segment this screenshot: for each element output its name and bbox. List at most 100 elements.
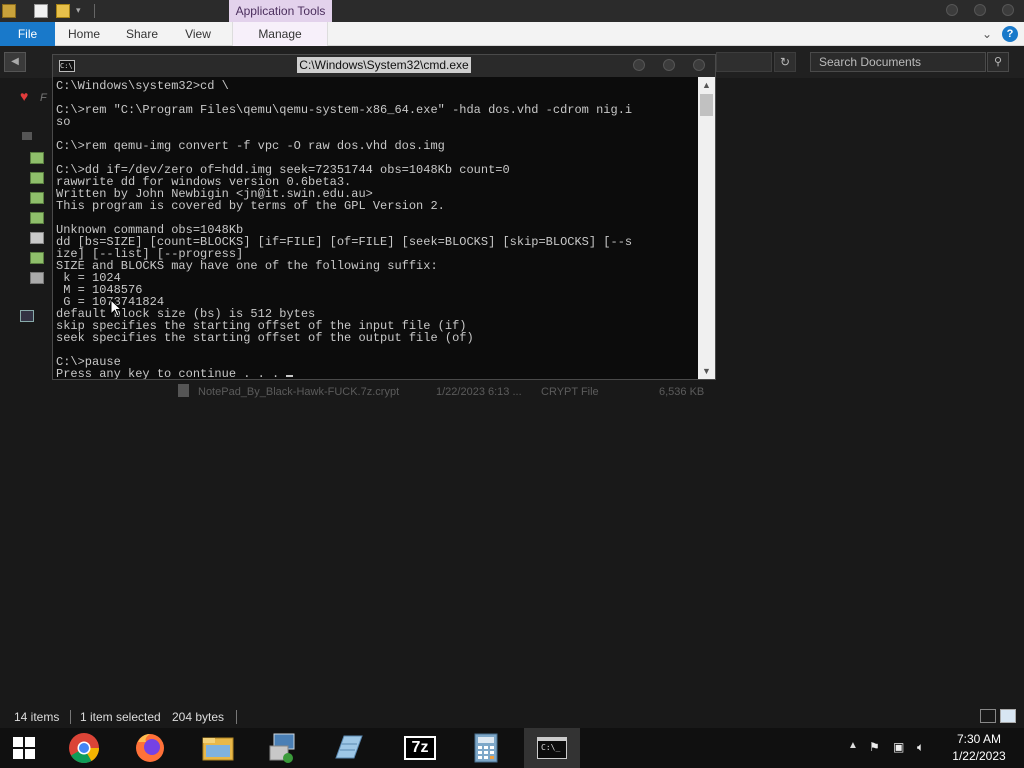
item-count: 14 items [14, 710, 60, 724]
console-output[interactable]: C:\Windows\system32>cd \ C:\>rem "C:\Pro… [53, 77, 698, 379]
customize-quick-access-icon[interactable]: ▾ [76, 5, 81, 16]
favorites-heart-icon[interactable]: ♥ [20, 88, 28, 104]
cmd-window-title: C:\Windows\System32\cmd.exe [297, 57, 471, 73]
notepad-icon [335, 735, 363, 759]
details-view-icon[interactable] [980, 709, 996, 723]
cmd-close-button[interactable] [693, 59, 705, 71]
notepad-taskbar-button[interactable] [320, 728, 376, 768]
address-field[interactable] [716, 52, 772, 72]
windows-logo-icon [13, 737, 23, 747]
file-explorer-taskbar-button[interactable] [190, 728, 246, 768]
file-explorer-icon [202, 737, 234, 761]
console-line: This program is covered by terms of the … [56, 199, 445, 213]
cmd-maximize-button[interactable] [663, 59, 675, 71]
tab-view[interactable]: View [178, 22, 218, 46]
firefox-taskbar-button[interactable] [122, 728, 178, 768]
file-list-row[interactable]: NotePad_By_Black-Hawk-FUCK.7z.crypt 1/22… [178, 384, 708, 402]
tab-file[interactable]: File [0, 22, 55, 46]
tab-home[interactable]: Home [60, 22, 108, 46]
text-cursor [286, 375, 294, 377]
titlebar-divider [94, 4, 95, 18]
cmd-icon: C:\_ [537, 737, 567, 759]
chrome-icon [69, 733, 99, 764]
maximize-button[interactable] [974, 4, 986, 16]
pictures-folder-icon[interactable] [30, 232, 44, 244]
desktop: { "explorer": { "contextual_tab": "Appli… [0, 0, 1024, 768]
volume-icon[interactable]: 🔈︎ [917, 740, 924, 755]
console-text: C:\Windows\system32>cd \ C:\>rem "C:\Pro… [56, 80, 632, 379]
expand-ribbon-icon[interactable]: ⌄ [982, 27, 992, 41]
firefox-icon [136, 734, 164, 762]
console-line: k = 1024 [56, 271, 121, 285]
cmd-titlebar[interactable]: C:\ C:\Windows\System32\cmd.exe [53, 55, 715, 77]
properties-icon[interactable] [2, 4, 16, 18]
large-icons-view-icon[interactable] [1000, 709, 1016, 723]
cmd-minimize-button[interactable] [633, 59, 645, 71]
scroll-up-arrow-icon[interactable]: ▲ [698, 77, 715, 93]
search-icon[interactable]: ⚲ [987, 52, 1009, 72]
search-input[interactable]: Search Documents [810, 52, 986, 72]
network-status-icon[interactable]: ▣ [893, 740, 904, 754]
downloads-folder-icon[interactable] [30, 192, 44, 204]
taskbar: 7z C:\_ ▲ ⚑ ▣ 🔈︎ 7:30 AM 1/22/2023 [0, 728, 1024, 768]
status-divider [70, 710, 71, 724]
window-controls [946, 4, 1014, 16]
new-document-icon[interactable] [34, 4, 48, 18]
remote-desktop-taskbar-button[interactable] [256, 728, 312, 768]
documents-folder-icon[interactable] [30, 172, 44, 184]
chrome-taskbar-button[interactable] [56, 728, 112, 768]
console-line: Press any key to continue . . . [56, 368, 632, 379]
show-hidden-icons-icon[interactable]: ▲ [848, 740, 858, 751]
console-line: so [56, 115, 71, 129]
local-disk-icon[interactable] [30, 272, 44, 284]
console-line: seek specifies the starting offset of th… [56, 331, 474, 345]
file-size: 6,536 KB [659, 386, 705, 398]
help-icon[interactable]: ? [1002, 26, 1018, 42]
cmd-icon[interactable]: C:\ [59, 60, 75, 72]
music-folder-icon[interactable] [30, 212, 44, 224]
console-scrollbar[interactable]: ▲ ▼ [698, 77, 715, 379]
close-button[interactable] [1002, 4, 1014, 16]
new-folder-icon[interactable] [56, 4, 70, 18]
refresh-icon[interactable]: ↻ [774, 52, 796, 72]
scroll-down-arrow-icon[interactable]: ▼ [698, 363, 715, 379]
file-name: NotePad_By_Black-Hawk-FUCK.7z.crypt [198, 386, 400, 398]
console-line: C:\>rem qemu-img convert -f vpc -O raw d… [56, 139, 445, 153]
status-bar: 14 items 1 item selected 204 bytes [0, 706, 1024, 728]
7zip-taskbar-button[interactable]: 7z [392, 728, 448, 768]
videos-folder-icon[interactable] [30, 252, 44, 264]
explorer-titlebar: ▾ Application Tools [0, 0, 1024, 22]
status-divider [236, 710, 237, 724]
action-center-flag-icon[interactable]: ⚑ [869, 740, 880, 754]
network-icon[interactable] [20, 310, 34, 322]
scroll-thumb[interactable] [700, 94, 713, 116]
ribbon-tabs: File Home Share View Manage ⌄ ? [0, 22, 1024, 46]
navigation-pane: ♥ F [0, 78, 52, 698]
tab-share[interactable]: Share [120, 22, 164, 46]
computer-icon[interactable] [22, 132, 32, 140]
file-type: CRYPT File [541, 386, 599, 398]
cmd-taskbar-button[interactable]: C:\_ [524, 728, 580, 768]
file-icon [178, 384, 189, 397]
mouse-pointer-icon [110, 299, 122, 317]
application-tools-label: Application Tools [229, 0, 332, 22]
favorites-label[interactable]: F [40, 92, 47, 104]
calculator-icon [474, 733, 498, 763]
console-line: SIZE and BLOCKS may have one of the foll… [56, 259, 438, 273]
tab-manage[interactable]: Manage [232, 22, 328, 46]
remote-desktop-icon [269, 733, 295, 763]
command-prompt-window[interactable]: C:\ C:\Windows\System32\cmd.exe C:\Windo… [52, 54, 716, 380]
clock-date[interactable]: 1/22/2023 [944, 749, 1014, 763]
desktop-folder-icon[interactable] [30, 152, 44, 164]
calculator-taskbar-button[interactable] [458, 728, 514, 768]
start-button[interactable] [0, 728, 50, 768]
clock-time[interactable]: 7:30 AM [944, 732, 1014, 746]
minimize-button[interactable] [946, 4, 958, 16]
cmd-window-controls [633, 59, 705, 71]
ribbon-controls: ⌄ ? [982, 26, 1018, 42]
file-date: 1/22/2023 6:13 ... [436, 386, 522, 398]
back-arrow-icon[interactable]: ◀ [4, 52, 26, 72]
selection-count: 1 item selected [80, 710, 161, 724]
selection-size: 204 bytes [172, 710, 225, 724]
